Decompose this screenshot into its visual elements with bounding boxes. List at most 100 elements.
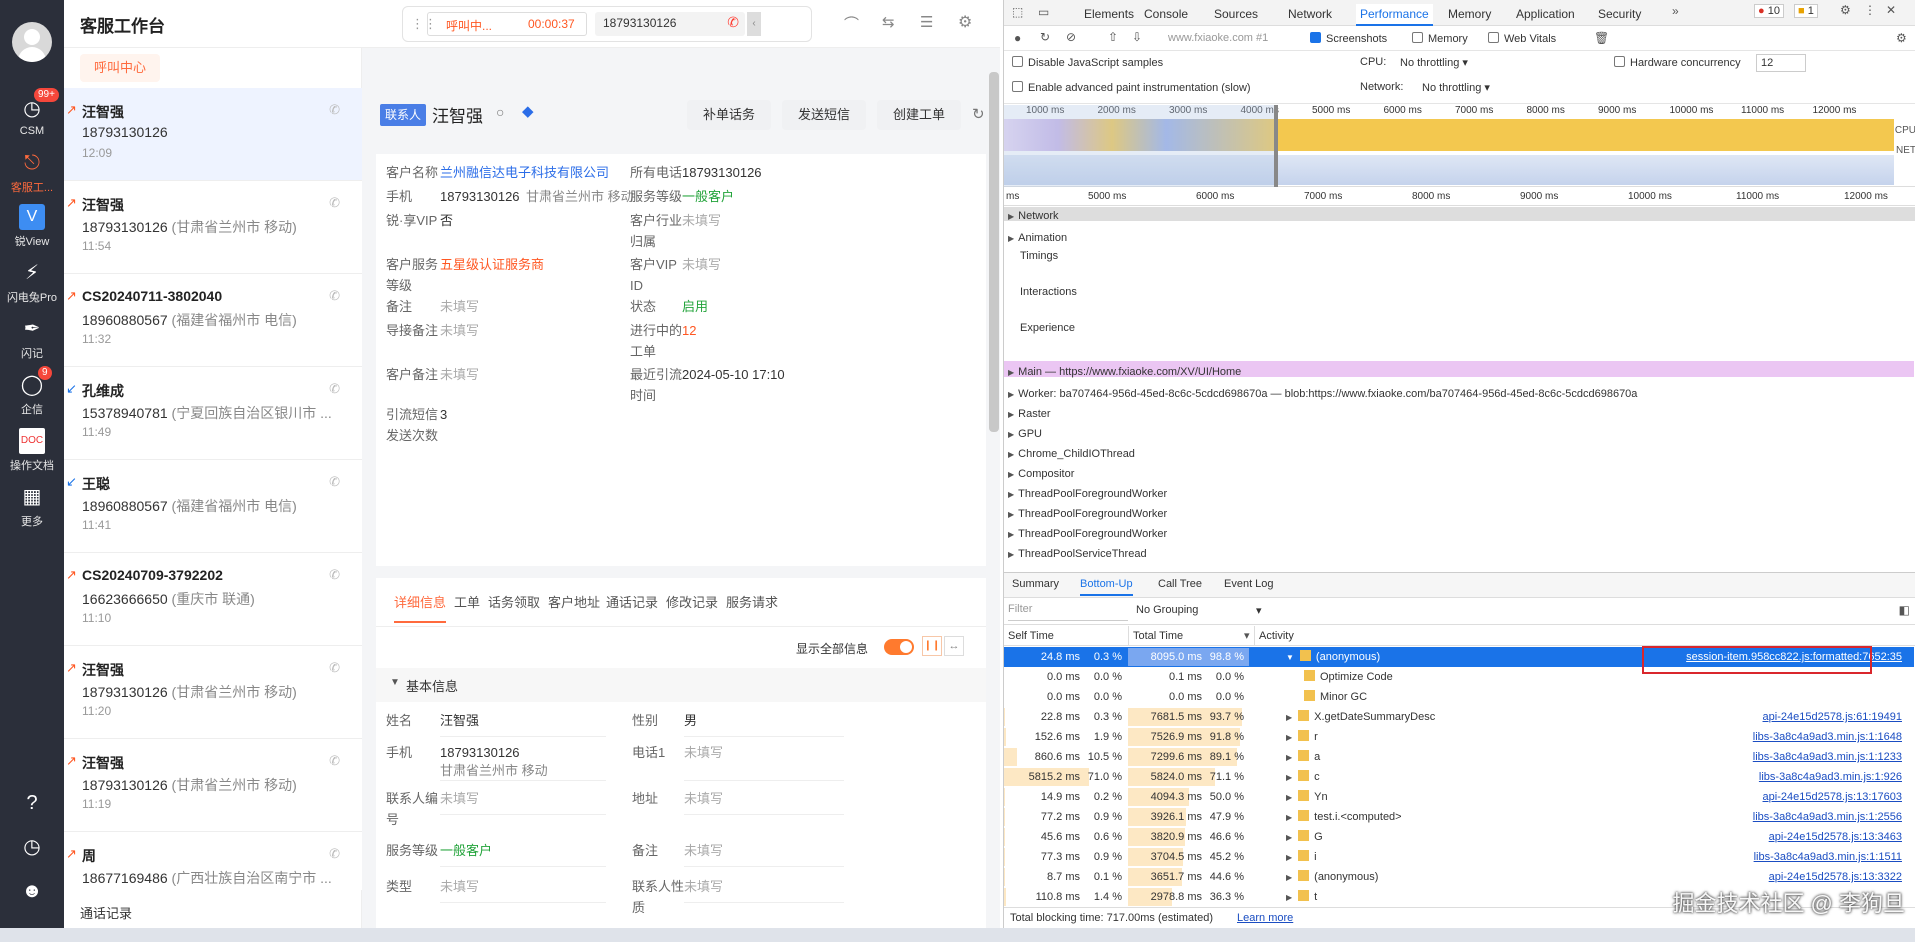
scrollbar-thumb[interactable] xyxy=(989,72,999,432)
create-ticket-button[interactable]: 创建工单 xyxy=(877,100,962,130)
basic-info-section[interactable]: ▼ 基本信息 xyxy=(376,668,986,702)
expand-arrow-icon[interactable]: ▶ xyxy=(1008,234,1014,243)
selection-handle-left[interactable] xyxy=(1274,105,1278,187)
call-list-item[interactable]: ↗ CS20240711-3802040 18960880567 (福建省福州市 电… xyxy=(64,274,362,367)
bottom-up-row[interactable]: 8.7 ms 0.1 % 3651.7 ms 44.6 % ▶ (anonymous) ap… xyxy=(1004,867,1914,887)
phone-icon[interactable]: ✆ xyxy=(329,846,340,862)
bottom-up-row[interactable]: 77.3 ms 0.9 % 3704.5 ms 45.2 % ▶ i libs-3a8c4a… xyxy=(1004,847,1914,867)
call-list-item[interactable]: ↗ CS20240709-3792202 16623666650 (重庆市 联通) 1… xyxy=(64,553,362,646)
rail-item-flash-note[interactable]: ✒ 闪记 xyxy=(0,316,64,361)
expand-arrow-icon[interactable]: ▶ xyxy=(1008,410,1014,419)
field-value[interactable]: 兰州融信达电子科技有限公司 xyxy=(440,162,609,183)
thread-track[interactable]: ▶ Chrome_ChildIOThread xyxy=(1008,445,1135,464)
expand-arrow-icon[interactable]: ▶ xyxy=(1008,430,1014,439)
thread-track[interactable]: Timings xyxy=(1020,247,1058,265)
phone-icon[interactable]: ✆ xyxy=(329,288,340,304)
lock-icon[interactable]: ○ xyxy=(496,104,504,120)
expand-arrow-icon[interactable]: ▶ xyxy=(1008,550,1014,559)
tab-5[interactable]: 通话记录 xyxy=(606,592,658,611)
bottom-up-row[interactable]: 45.6 ms 0.6 % 3820.9 ms 46.6 % ▶ Gapi-24e15d2… xyxy=(1004,827,1914,847)
rail-item-more[interactable]: ▦ 更多 xyxy=(0,484,64,529)
add-call-button[interactable]: 补单话务 xyxy=(687,100,772,130)
call-list-item[interactable]: ↗ 汪智强 18793130126 (甘肃省兰州市 移动) 11:20 ✆ xyxy=(64,646,362,739)
phone-icon[interactable]: ✆ xyxy=(329,753,340,769)
devtools-tab-memory[interactable]: Memory xyxy=(1448,4,1491,24)
devtools-tab-security[interactable]: Security xyxy=(1598,4,1641,24)
thread-track[interactable]: ▶ Worker: ba707464-956d-45ed-8c6c-5cdcd69… xyxy=(1008,385,1637,404)
bottom-up-row[interactable]: 860.6 ms 10.5 % 7299.6 ms 89.1 % ▶ a libs-3a8c… xyxy=(1004,747,1914,767)
devtools-tab-performance[interactable]: Performance xyxy=(1356,4,1433,26)
expand-arrow-icon[interactable]: ▶ xyxy=(1008,368,1014,377)
expand-arrow-icon[interactable]: ▶ xyxy=(1286,833,1292,842)
bottom-up-row[interactable]: 22.8 ms 0.3 % 7681.5 ms 93.7 % ▶ X.getDateSum… xyxy=(1004,707,1914,727)
expand-arrow-icon[interactable]: ▶ xyxy=(1286,793,1292,802)
history-button[interactable]: ◷ xyxy=(0,834,64,863)
thread-track[interactable]: ▶ Compositor xyxy=(1008,465,1074,484)
rail-item-qixin[interactable]: ◯ 企信 9 xyxy=(0,366,64,417)
expand-arrow-icon[interactable]: ▶ xyxy=(1286,713,1292,722)
tag-icon[interactable]: ◆ xyxy=(522,102,534,120)
tab-2[interactable]: 工单 xyxy=(454,592,480,611)
paint-checkbox[interactable]: Enable advanced paint instrumentation (s… xyxy=(1012,81,1251,94)
learn-more-link[interactable]: Learn more xyxy=(1237,908,1293,928)
recording-select[interactable]: www.fxiaoke.com #1 xyxy=(1168,32,1268,44)
thread-track[interactable]: ▶ ThreadPoolForegroundWorker xyxy=(1008,525,1167,544)
close-icon[interactable]: ✕ xyxy=(1886,3,1896,17)
thread-track[interactable]: ▶ Animation xyxy=(1008,229,1067,248)
expand-arrow-icon[interactable]: ▶ xyxy=(1008,450,1014,459)
phone-icon[interactable]: ✆ xyxy=(329,474,340,490)
inspect-icon[interactable]: ⬚ xyxy=(1012,5,1023,19)
phone-icon[interactable]: ✆ xyxy=(329,567,340,583)
phone-icon[interactable]: ✆ xyxy=(329,195,340,211)
upload-icon[interactable]: ⇧ xyxy=(1108,30,1118,44)
col-self-time[interactable]: Self Time xyxy=(1008,626,1054,646)
sliders-icon[interactable]: ☰ xyxy=(920,13,933,31)
expand-arrow-icon[interactable]: ▶ xyxy=(1286,773,1292,782)
source-link[interactable]: libs-3a8c4a9ad3.min.js:1:1233 xyxy=(1753,747,1902,767)
tab-7[interactable]: 服务请求 xyxy=(726,592,778,611)
expand-arrow-icon[interactable]: ▶ xyxy=(1286,813,1292,822)
expand-arrow-icon[interactable]: ▶ xyxy=(1286,853,1292,862)
settings-gear-icon[interactable]: ⚙ xyxy=(1840,3,1851,17)
col-activity[interactable]: Activity xyxy=(1254,626,1294,646)
error-count[interactable]: ● 10 xyxy=(1754,4,1784,18)
hw-concurrency-input[interactable]: 12 xyxy=(1756,54,1806,72)
call-list-item[interactable]: ↗ 汪智强 18793130126 (甘肃省兰州市 移动) 11:54 ✆ xyxy=(64,181,362,274)
bottom-up-row[interactable]: 0.0 ms 0.0 % 0.0 ms 0.0 % Minor GC xyxy=(1004,687,1914,707)
source-link[interactable]: api-24e15d2578.js:61:19491 xyxy=(1763,707,1902,727)
trash-icon[interactable]: 🗑 xyxy=(1594,31,1609,45)
webvitals-checkbox[interactable]: Web Vitals xyxy=(1488,32,1556,45)
transfer-icon[interactable]: ⇆ xyxy=(882,13,895,31)
phone-icon[interactable]: ✆ xyxy=(329,660,340,676)
call-list-item[interactable]: ↙ 王聪 18960880567 (福建省福州市 电信) 11:41 ✆ xyxy=(64,460,362,553)
show-all-toggle[interactable] xyxy=(884,639,914,655)
call-list-item[interactable]: ↗ 周 18677169486 (广西壮族自治区南宁市 ... ✆ xyxy=(64,832,362,890)
source-link[interactable]: libs-3a8c4a9ad3.min.js:1:1648 xyxy=(1753,727,1902,747)
thread-track[interactable]: ▶ ThreadPoolForegroundWorker xyxy=(1008,505,1167,524)
filter-input[interactable]: Filter xyxy=(1008,603,1128,621)
tab-call-center[interactable]: 呼叫中心 xyxy=(80,54,160,82)
tab-3[interactable]: 话务领取 xyxy=(488,592,540,611)
gear-icon[interactable]: ⚙ xyxy=(958,12,972,32)
phone-icon[interactable]: ✆ xyxy=(329,381,340,397)
source-link[interactable]: libs-3a8c4a9ad3.min.js:1:926 xyxy=(1759,767,1902,787)
devtools-tab-elements[interactable]: Elements xyxy=(1084,4,1134,24)
expand-arrow-icon[interactable]: ▶ xyxy=(1286,733,1292,742)
tab-4[interactable]: 客户地址 xyxy=(548,592,600,611)
thread-track[interactable]: ▶ Network xyxy=(1008,207,1059,226)
call-list-item[interactable]: ↗ 汪智强 18793130126 (甘肃省兰州市 移动) 11:19 ✆ xyxy=(64,739,362,832)
expand-arrow-icon[interactable]: ▶ xyxy=(1008,390,1014,399)
bottom-tab-bottom-up[interactable]: Bottom-Up xyxy=(1080,578,1133,596)
call-list-item[interactable]: ↗ 汪智强 18793130126 12:09 ✆ xyxy=(64,88,362,181)
hangup-icon[interactable]: ✆ xyxy=(727,14,739,31)
thread-track[interactable]: ▶ Raster xyxy=(1008,405,1051,424)
download-icon[interactable]: ⇩ xyxy=(1132,30,1142,44)
record-icon[interactable]: ● xyxy=(1014,31,1021,45)
caret-down-icon[interactable]: ▼ xyxy=(1286,653,1294,662)
user-avatar[interactable] xyxy=(12,22,52,62)
bottom-tab-summary[interactable]: Summary xyxy=(1012,578,1059,590)
expand-arrow-icon[interactable]: ▶ xyxy=(1286,893,1292,902)
memory-checkbox[interactable]: Memory xyxy=(1412,32,1468,45)
expand-icon[interactable]: ↔ xyxy=(944,636,964,656)
disable-js-checkbox[interactable]: Disable JavaScript samples xyxy=(1012,56,1163,69)
